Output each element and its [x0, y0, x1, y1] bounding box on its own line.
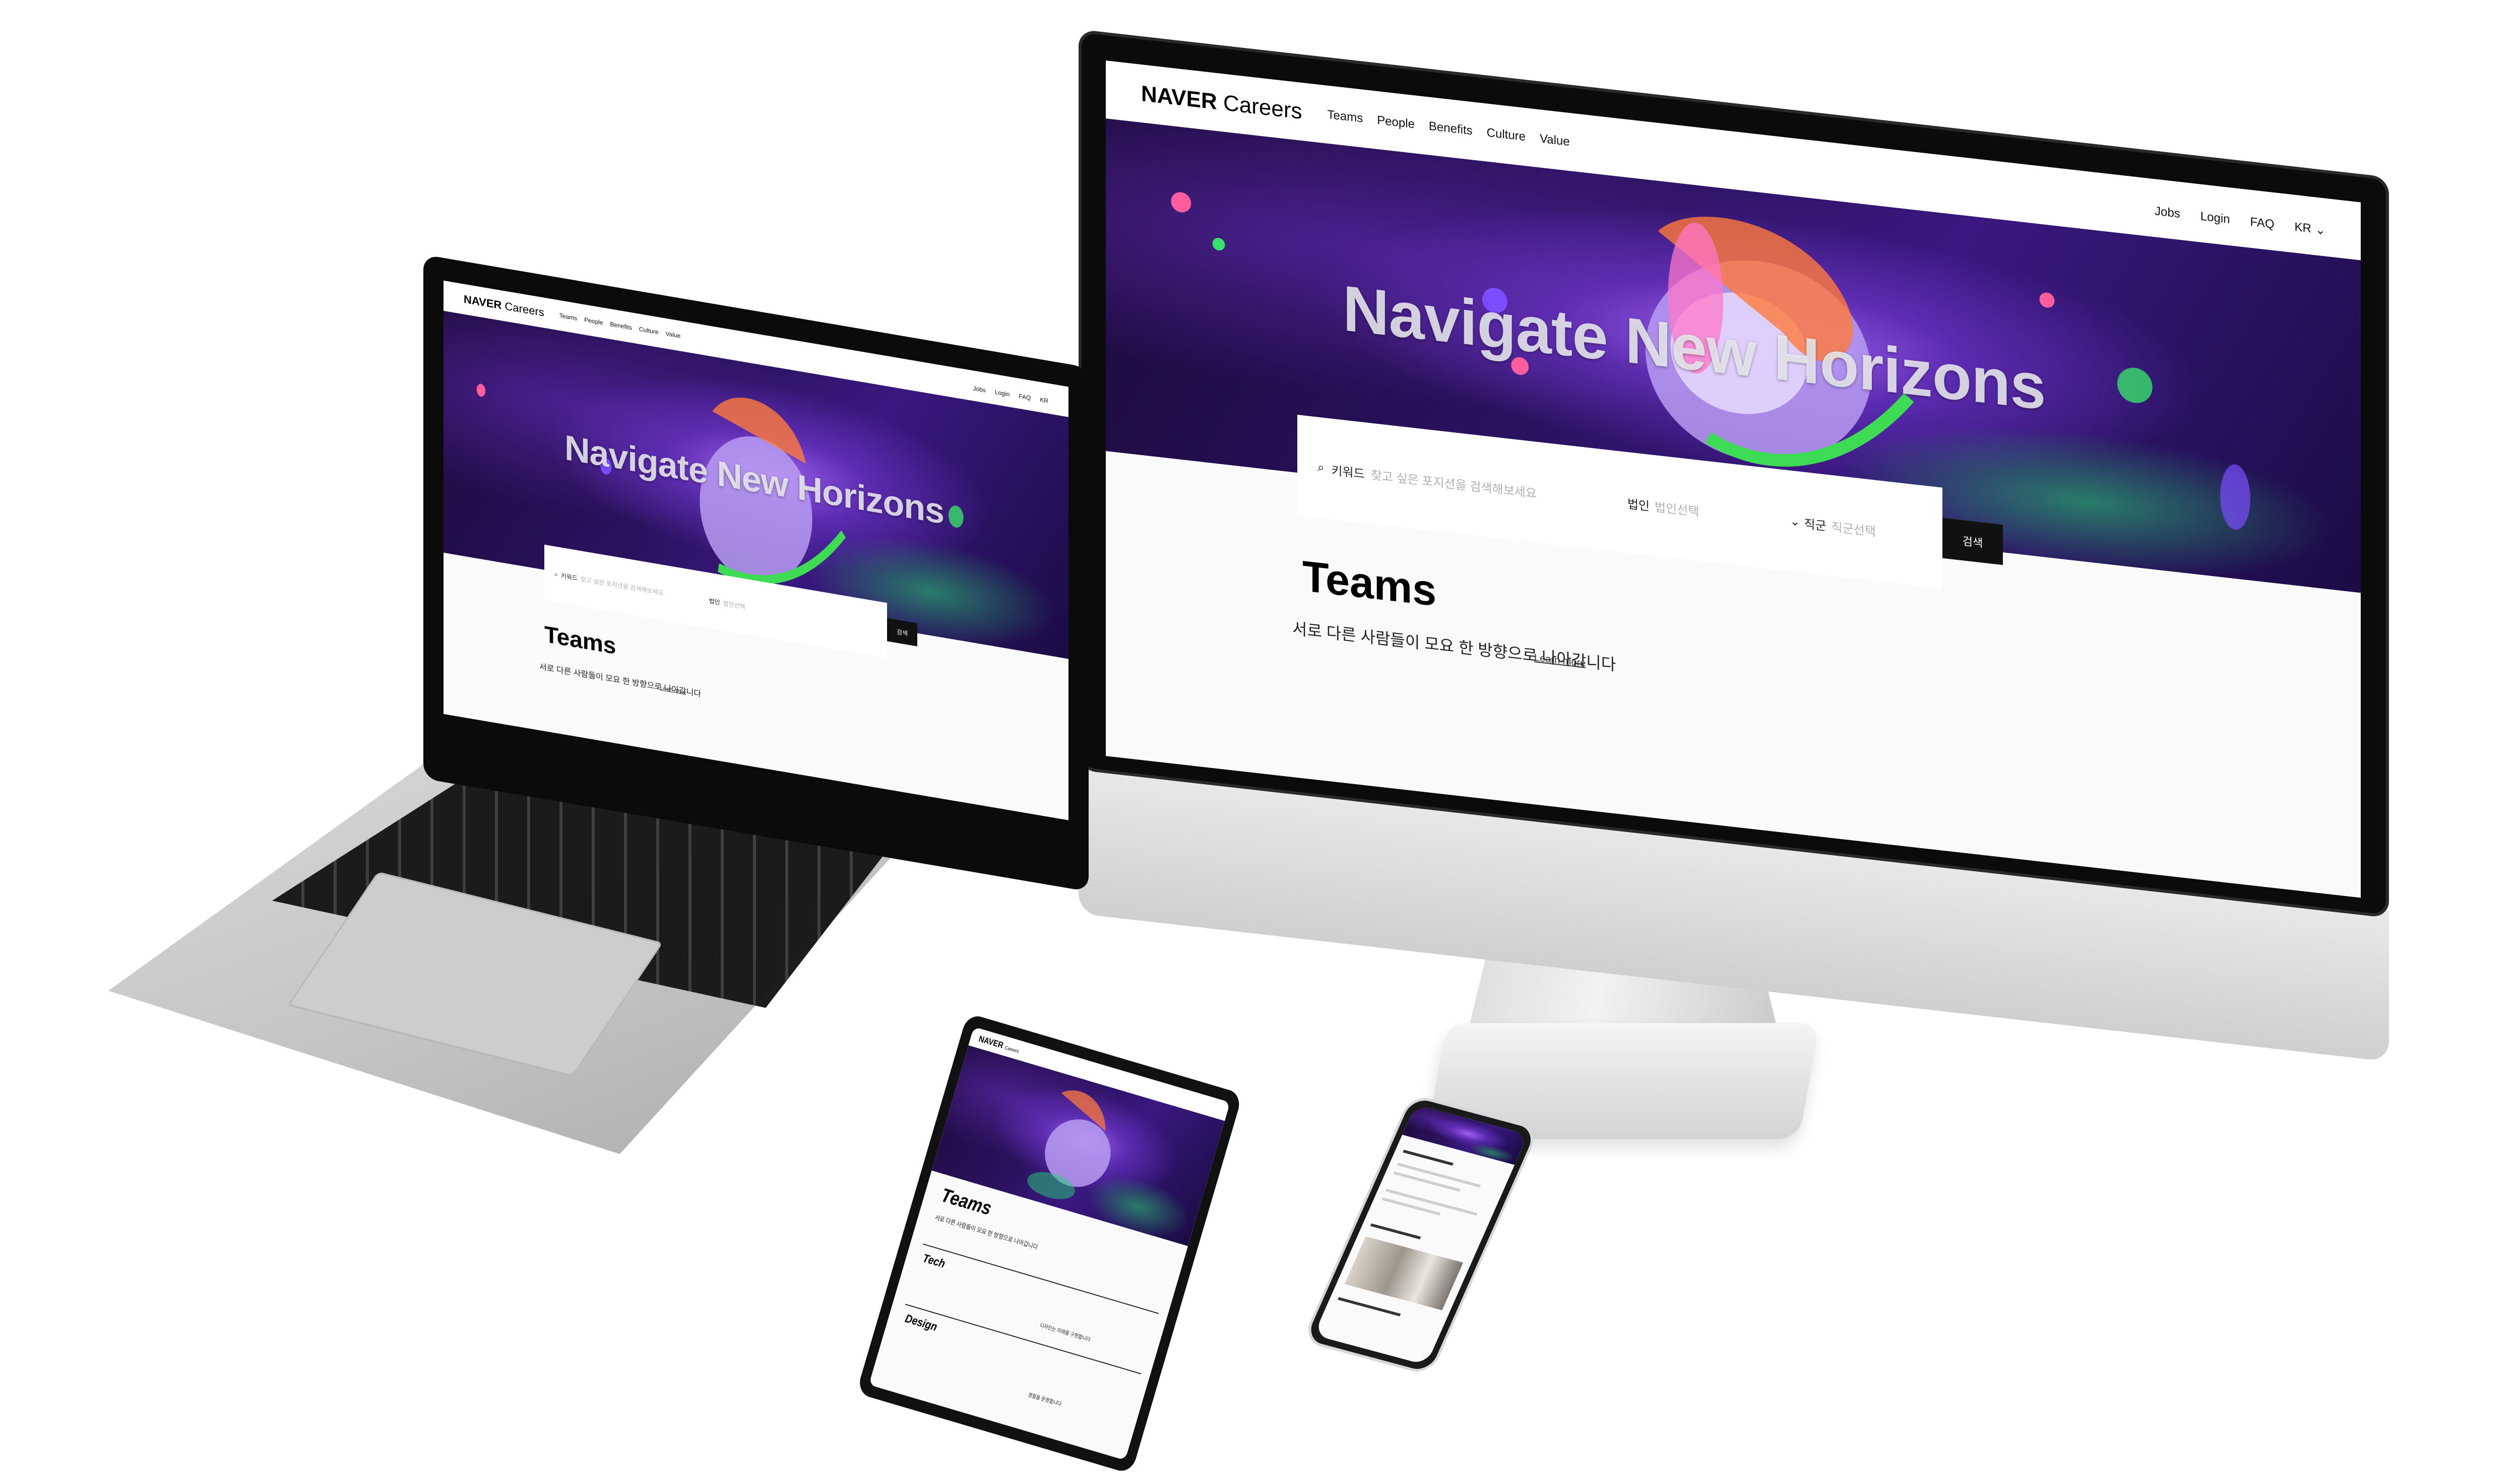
chevron-down-icon: ⌄ [2315, 223, 2325, 238]
tech-description: 디자인는 미래를 구현합니다 [1039, 1322, 1091, 1343]
tablet-frame: NAVER Careers Teams 서로 다른 사람들이 모요 한 방향으로… [856, 1013, 1243, 1474]
team-photo [1344, 1236, 1464, 1311]
util-language[interactable]: KR [1040, 396, 1048, 405]
search-icon: ⌕ [554, 570, 558, 578]
section-design[interactable]: Design [904, 1312, 939, 1334]
logo-brand: NAVER [977, 1033, 1005, 1050]
chevron-down-icon: ⌄ [1790, 514, 1800, 529]
util-faq[interactable]: FAQ [2250, 215, 2275, 232]
nav-value[interactable]: Value [666, 330, 681, 340]
nav-benefits[interactable]: Benefits [610, 321, 632, 331]
logo-product: Careers [1004, 1045, 1020, 1054]
phone-frame [1301, 1094, 1540, 1376]
tablet: NAVER Careers Teams 서로 다른 사람들이 모요 한 방향으로… [856, 1013, 1250, 1474]
search-button[interactable]: 검색 [1942, 518, 2003, 565]
text-line [1393, 1171, 1461, 1192]
job-placeholder: 직군선택 [1831, 520, 1876, 539]
text-line [1370, 1223, 1421, 1240]
teams-heading: Teams [938, 1184, 994, 1220]
section-tech[interactable]: Tech [921, 1252, 947, 1271]
site-logo[interactable]: NAVER Careers [1141, 81, 1302, 124]
laptop: NAVER Careers Teams People Benefits Cult… [423, 254, 1089, 992]
logo-brand: NAVER [1141, 81, 1217, 114]
util-jobs[interactable]: Jobs [2155, 204, 2180, 222]
keyword-label: 키워드 [560, 571, 578, 582]
company-label: 법인 [709, 597, 720, 606]
nav-people[interactable]: People [1377, 113, 1415, 131]
search-icon: ⌕ [1317, 460, 1325, 475]
keyword-field[interactable]: ⌕ 키워드 찾고 싶은 포지션을 검색해보세요 [554, 570, 663, 597]
text-line [1338, 1297, 1401, 1317]
company-label: 법인 [1627, 497, 1650, 514]
nav-culture[interactable]: Culture [1487, 125, 1526, 144]
nav-benefits[interactable]: Benefits [1429, 119, 1473, 138]
company-placeholder: 법인선택 [723, 599, 745, 611]
nav-value[interactable]: Value [1540, 132, 1570, 149]
keyword-field[interactable]: ⌕ 키워드 찾고 싶은 포지션을 검색해보세요 [1317, 459, 1537, 501]
text-line [1403, 1149, 1454, 1166]
company-select[interactable]: 법인 법인선택 [1627, 494, 1699, 520]
logo-product: Careers [1223, 90, 1302, 124]
util-language[interactable]: KR [2295, 220, 2311, 237]
keyword-placeholder: 찾고 싶은 포지션을 검색해보세요 [1370, 468, 1537, 501]
nav-people[interactable]: People [584, 316, 603, 326]
phone-screen [1313, 1104, 1528, 1365]
keyword-placeholder: 찾고 싶은 포지션을 검색해보세요 [580, 575, 664, 597]
nav-culture[interactable]: Culture [639, 326, 659, 336]
logo-product: Careers [505, 299, 544, 319]
company-select[interactable]: 법인 법인선택 [709, 596, 745, 611]
monitor-screen: NAVER Careers Teams People Benefits Cult… [1106, 60, 2361, 898]
divider [905, 1304, 1142, 1375]
design-description: 경험을 운영합니다 [1027, 1392, 1062, 1407]
job-select[interactable]: ⌄ 직군 직군선택 [1790, 512, 1876, 539]
desktop-monitor: NAVER Careers Teams People Benefits Cult… [1079, 29, 2389, 1100]
main-menu: Teams People Benefits Culture Value [1328, 107, 1584, 151]
nav-teams[interactable]: Teams [559, 312, 577, 322]
divider [922, 1243, 1159, 1314]
keyword-label: 키워드 [1331, 464, 1365, 481]
logo-brand: NAVER [464, 292, 502, 312]
nav-teams[interactable]: Teams [1328, 107, 1363, 125]
job-label: 직군 [1804, 517, 1826, 534]
tablet-screen: NAVER Careers Teams 서로 다른 사람들이 모요 한 방향으로… [868, 1027, 1230, 1460]
smartphone [1301, 1094, 1540, 1376]
company-placeholder: 법인선택 [1655, 500, 1699, 519]
text-line [1381, 1197, 1441, 1216]
site-logo[interactable]: NAVER Careers [464, 293, 544, 319]
